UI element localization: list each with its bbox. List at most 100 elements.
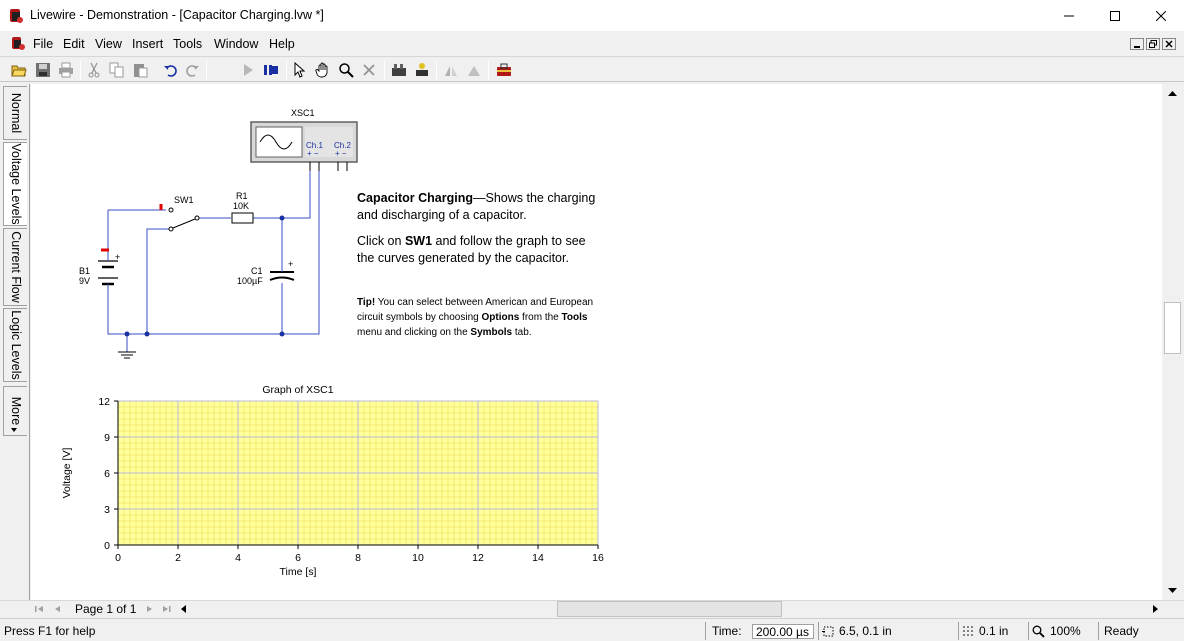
menu-insert[interactable]: Insert bbox=[132, 37, 163, 51]
tab-normal[interactable]: Normal bbox=[3, 86, 27, 140]
print-button[interactable] bbox=[56, 60, 76, 80]
ground-symbol bbox=[118, 351, 136, 359]
last-page-icon[interactable] bbox=[162, 604, 172, 614]
status-state: Ready bbox=[1104, 624, 1139, 638]
x-tick-label: 4 bbox=[235, 552, 241, 564]
livewire-app-icon bbox=[10, 9, 23, 23]
window-title: Livewire - Demonstration - [Capacitor Ch… bbox=[30, 8, 324, 22]
scroll-right-icon[interactable] bbox=[1151, 604, 1159, 614]
undo-button[interactable] bbox=[161, 60, 181, 80]
status-grid-pane: 0.1 in bbox=[958, 622, 1028, 640]
toolbox-button[interactable] bbox=[494, 60, 514, 80]
mdi-restore-button[interactable] bbox=[1146, 38, 1160, 50]
resistor-r1[interactable] bbox=[231, 212, 254, 224]
first-page-icon[interactable] bbox=[34, 604, 44, 614]
tip-line-1-text: You can select between American and Euro… bbox=[375, 297, 594, 308]
menu-help[interactable]: Help bbox=[269, 37, 295, 51]
scroll-down-icon[interactable] bbox=[1168, 588, 1177, 594]
tip-line-2-mid: from the bbox=[519, 312, 562, 323]
gallery-icon bbox=[392, 64, 406, 76]
resistor-label: R1 bbox=[236, 191, 248, 201]
toolbox-icon bbox=[497, 63, 511, 76]
tab-logic-levels[interactable]: Logic Levels bbox=[3, 308, 27, 382]
tip-label: Tip! bbox=[357, 297, 376, 308]
x-tick-label: 8 bbox=[355, 552, 361, 564]
tab-label: Voltage Levels bbox=[8, 143, 23, 225]
redo-button[interactable] bbox=[182, 60, 202, 80]
scroll-left-icon[interactable] bbox=[180, 604, 188, 614]
run-button[interactable] bbox=[238, 60, 258, 80]
tab-label: Current Flow bbox=[8, 231, 23, 303]
status-state-pane: Ready bbox=[1098, 622, 1180, 640]
rotate-button[interactable] bbox=[464, 60, 484, 80]
description-sw1-link: SW1 bbox=[404, 234, 433, 248]
minimize-icon bbox=[1064, 15, 1074, 16]
delete-x-icon bbox=[363, 64, 375, 76]
stop-icon bbox=[272, 66, 278, 74]
pointer-icon bbox=[294, 62, 306, 78]
pan-tool-button[interactable] bbox=[313, 60, 333, 80]
menu-window[interactable]: Window bbox=[214, 37, 258, 51]
flip-horizontal-button[interactable] bbox=[441, 60, 461, 80]
next-page-icon[interactable] bbox=[145, 604, 155, 614]
stop-button[interactable] bbox=[260, 60, 280, 80]
vertical-scroll-thumb[interactable] bbox=[1164, 302, 1181, 354]
capacitor-label: C1 bbox=[251, 266, 263, 276]
undo-icon bbox=[164, 65, 177, 77]
copy-button[interactable] bbox=[107, 60, 127, 80]
previous-page-icon[interactable] bbox=[52, 604, 62, 614]
close-button[interactable] bbox=[1138, 0, 1184, 31]
status-time-label: Time: bbox=[712, 624, 742, 638]
delete-button[interactable] bbox=[359, 60, 379, 80]
scope-ch1-terminals: + − bbox=[307, 149, 319, 158]
y-tick-label: 9 bbox=[104, 432, 110, 444]
save-button[interactable] bbox=[33, 60, 53, 80]
scroll-up-icon[interactable] bbox=[1168, 90, 1177, 96]
switch-sw1[interactable] bbox=[159, 204, 200, 232]
tip-line-1: Tip! You can select between American and… bbox=[357, 295, 593, 310]
component-gallery-button[interactable] bbox=[389, 60, 409, 80]
page-navigator-bar: Page 1 of 1 bbox=[0, 600, 1184, 617]
cut-button[interactable] bbox=[84, 60, 104, 80]
component-wizard-button[interactable] bbox=[412, 60, 432, 80]
battery-plus: + bbox=[115, 252, 120, 262]
menu-tools[interactable]: Tools bbox=[173, 37, 202, 51]
menu-file[interactable]: File bbox=[33, 37, 53, 51]
zoom-tool-button[interactable] bbox=[336, 60, 356, 80]
tab-current-flow[interactable]: Current Flow bbox=[3, 228, 27, 306]
status-time-value: 200.00 µs bbox=[752, 624, 814, 639]
maximize-button[interactable] bbox=[1092, 0, 1138, 31]
page-indicator: Page 1 of 1 bbox=[75, 602, 137, 616]
printer-icon bbox=[59, 62, 73, 78]
document-icon[interactable] bbox=[10, 36, 26, 51]
tab-label: More bbox=[8, 396, 23, 426]
description-line-3: Click on SW1 and follow the graph to see bbox=[357, 233, 586, 250]
open-button[interactable] bbox=[9, 60, 29, 80]
horizontal-scroll-thumb[interactable] bbox=[557, 601, 782, 617]
battery-label: B1 bbox=[79, 266, 90, 276]
paste-button[interactable] bbox=[130, 60, 150, 80]
select-tool-button[interactable] bbox=[290, 60, 310, 80]
x-tick-label: 0 bbox=[115, 552, 121, 564]
y-tick-label: 12 bbox=[98, 396, 110, 408]
mdi-close-button[interactable] bbox=[1162, 38, 1176, 50]
circuit-canvas[interactable]: XSC1 Ch.1 Ch.2 + − + − SW1 R1 10K + B1 9… bbox=[31, 84, 1162, 600]
graph-title: Graph of XSC1 bbox=[262, 384, 333, 396]
graph-xsc1[interactable]: 0 2 4 6 8 10 12 14 16 0 3 6 9 12 Graph of XSC1 Time [s]… bbox=[51, 380, 641, 585]
minimize-button[interactable] bbox=[1046, 0, 1092, 31]
tip-symbols: Symbols bbox=[470, 327, 513, 338]
resistor-value: 10K bbox=[233, 201, 249, 211]
mdi-minimize-button[interactable] bbox=[1130, 38, 1144, 50]
menu-edit[interactable]: Edit bbox=[63, 37, 85, 51]
close-icon bbox=[1165, 40, 1173, 48]
tab-voltage-levels[interactable]: Voltage Levels bbox=[3, 142, 27, 226]
tip-options: Options bbox=[481, 312, 520, 323]
vertical-scrollbar[interactable] bbox=[1162, 84, 1183, 600]
capacitor-value: 100µF bbox=[237, 276, 263, 286]
menu-view[interactable]: View bbox=[95, 37, 122, 51]
title-bar: Livewire - Demonstration - [Capacitor Ch… bbox=[0, 0, 1184, 31]
y-tick-label: 3 bbox=[104, 504, 110, 516]
zoom-icon bbox=[1032, 625, 1045, 638]
flip-icon bbox=[445, 66, 457, 76]
cursor-position-icon bbox=[822, 626, 834, 637]
